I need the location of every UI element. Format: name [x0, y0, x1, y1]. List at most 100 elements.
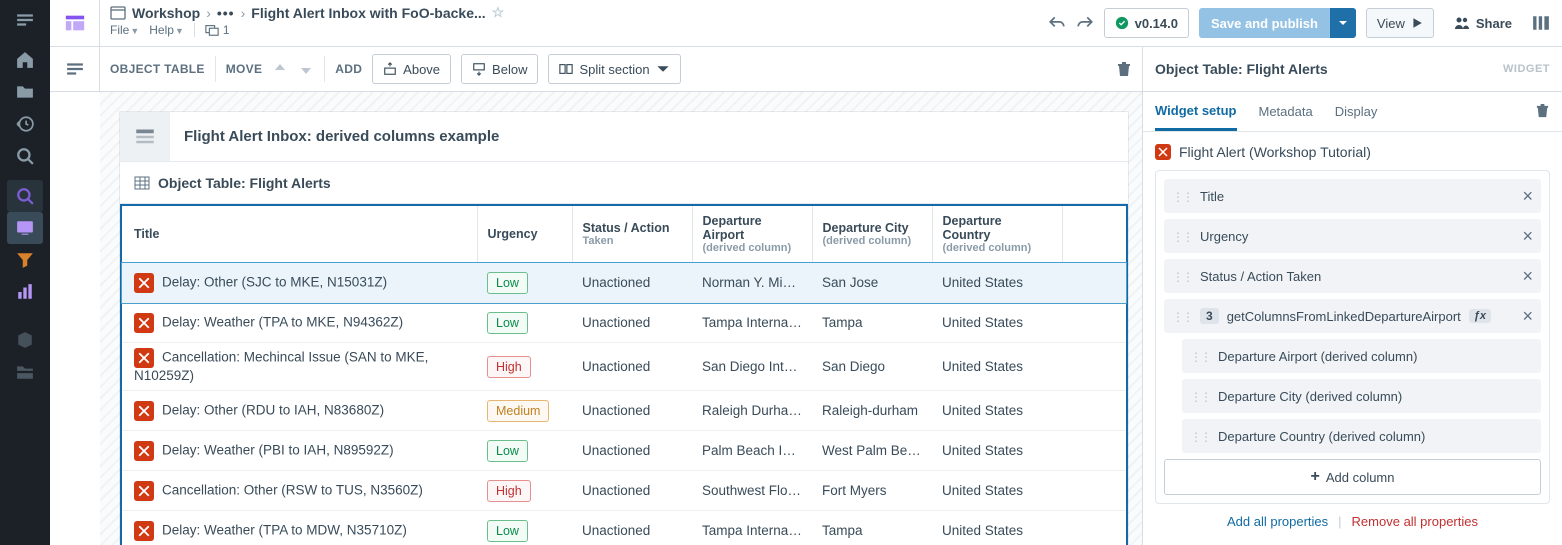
cell-urgency: High: [477, 343, 572, 391]
cube-icon[interactable]: [7, 324, 43, 356]
cell-status: Unactioned: [572, 343, 692, 391]
table-row[interactable]: Delay: Weather (PBI to IAH, N89592Z) Low…: [122, 431, 1126, 471]
column-title[interactable]: Title ×: [1164, 179, 1541, 213]
home-icon[interactable]: [7, 44, 43, 76]
save-label: Save and publish: [1199, 8, 1330, 38]
delete-button[interactable]: [1535, 103, 1550, 121]
column-status[interactable]: Status / Action Taken ×: [1164, 259, 1541, 293]
table-row[interactable]: Cancellation: Mechincal Issue (SAN to MK…: [122, 343, 1126, 391]
breadcrumb-dots[interactable]: •••: [217, 5, 235, 21]
version-chip[interactable]: v0.14.0: [1104, 8, 1189, 38]
layout-mode-button[interactable]: [50, 0, 100, 46]
table-row[interactable]: Delay: Other (RDU to IAH, N83680Z) Mediu…: [122, 391, 1126, 431]
move-down-icon[interactable]: [298, 61, 314, 77]
add-all-link[interactable]: Add all properties: [1227, 514, 1328, 529]
breadcrumb-root[interactable]: Workshop: [132, 5, 200, 21]
tab-display[interactable]: Display: [1335, 92, 1378, 131]
table-row[interactable]: Delay: Weather (TPA to MKE, N94362Z) Low…: [122, 303, 1126, 343]
right-panel-title: Object Table: Flight Alerts: [1155, 61, 1328, 77]
remove-column-icon[interactable]: ×: [1522, 267, 1533, 285]
column-dep-airport[interactable]: Departure Airport (derived column): [1182, 339, 1541, 373]
stack-icon[interactable]: [7, 356, 43, 388]
save-publish-button[interactable]: Save and publish: [1199, 8, 1356, 38]
right-panel: Object Table: Flight Alerts WIDGET Widge…: [1142, 47, 1562, 545]
count-badge: 3: [1200, 308, 1219, 324]
grip-icon[interactable]: [1172, 269, 1192, 284]
add-below-button[interactable]: Below: [461, 54, 538, 84]
col-dep-airport[interactable]: Departure Airport(derived column): [692, 206, 812, 263]
view-button[interactable]: View: [1366, 8, 1434, 38]
breadcrumb: Workshop › ••• › Flight Alert Inbox with…: [110, 4, 1048, 21]
widget-sub-title: Object Table: Flight Alerts: [158, 175, 331, 191]
plus-icon: +: [1311, 468, 1320, 486]
table-row[interactable]: Delay: Weather (TPA to MDW, N35710Z) Low…: [122, 511, 1126, 545]
cell-city: Tampa: [812, 511, 932, 545]
add-column-button[interactable]: + Add column: [1164, 459, 1541, 495]
app-editor-icon[interactable]: [7, 212, 43, 244]
column-derived-group[interactable]: 3 getColumnsFromLinkedDepartureAirport ƒ…: [1164, 299, 1541, 333]
breadcrumb-title[interactable]: Flight Alert Inbox with FoO-backe...: [251, 5, 485, 21]
cell-city: Raleigh-durham: [812, 391, 932, 431]
split-section-button[interactable]: Split section: [548, 54, 680, 84]
menu-collapse-icon[interactable]: [7, 4, 43, 36]
open-windows[interactable]: 1: [205, 23, 230, 37]
delete-widget-button[interactable]: [1107, 54, 1141, 84]
remove-column-icon[interactable]: ×: [1522, 227, 1533, 245]
redo-icon[interactable]: [1076, 14, 1094, 32]
cell-city: Fort Myers: [812, 471, 932, 511]
move-label: MOVE: [226, 62, 263, 76]
funnel-icon[interactable]: [7, 244, 43, 276]
tab-metadata[interactable]: Metadata: [1259, 92, 1313, 131]
col-status[interactable]: Status / ActionTaken: [572, 206, 692, 263]
column-dep-country[interactable]: Departure Country (derived column): [1182, 419, 1541, 453]
table-row[interactable]: Cancellation: Other (RSW to TUS, N3560Z)…: [122, 471, 1126, 511]
cell-urgency: High: [477, 471, 572, 511]
sidebar-toggle[interactable]: [50, 47, 100, 91]
widget-container[interactable]: Flight Alert Inbox: derived columns exam…: [120, 112, 1128, 545]
breadcrumb-sep: ›: [241, 5, 246, 21]
move-up-icon[interactable]: [272, 61, 288, 77]
col-dep-city[interactable]: Departure City(derived column): [812, 206, 932, 263]
col-urgency[interactable]: Urgency: [477, 206, 572, 263]
add-above-button[interactable]: Above: [372, 54, 451, 84]
grip-icon[interactable]: [1172, 189, 1192, 204]
share-button[interactable]: Share: [1444, 8, 1522, 38]
cell-country: United States: [932, 343, 1062, 391]
save-dropdown[interactable]: [1330, 8, 1356, 38]
table-row[interactable]: Delay: Other (SJC to MKE, N15031Z) Low U…: [122, 263, 1126, 303]
fx-badge: ƒx: [1469, 309, 1491, 323]
star-icon[interactable]: ☆: [492, 4, 505, 21]
history-icon[interactable]: [7, 108, 43, 140]
help-menu[interactable]: Help▼: [149, 23, 184, 37]
remove-column-icon[interactable]: ×: [1522, 187, 1533, 205]
alert-icon: [134, 441, 154, 461]
column-label: Title: [1200, 189, 1224, 204]
tab-widget-setup[interactable]: Widget setup: [1155, 92, 1237, 131]
grip-icon[interactable]: [1190, 389, 1210, 404]
undo-icon[interactable]: [1048, 14, 1066, 32]
widget-header: Flight Alert Inbox: derived columns exam…: [120, 112, 1128, 162]
alert-icon: [134, 313, 154, 333]
remove-column-icon[interactable]: ×: [1522, 307, 1533, 325]
object-type-row[interactable]: Flight Alert (Workshop Tutorial): [1155, 144, 1550, 160]
check-circle-icon: [1115, 16, 1129, 30]
col-dep-country[interactable]: Departure Country(derived column): [932, 206, 1062, 263]
column-dep-city[interactable]: Departure City (derived column): [1182, 379, 1541, 413]
column-urgency[interactable]: Urgency ×: [1164, 219, 1541, 253]
inspect-icon[interactable]: [7, 180, 43, 212]
file-menu[interactable]: File▼: [110, 23, 139, 37]
grip-icon[interactable]: [1172, 229, 1192, 244]
col-title[interactable]: Title: [122, 206, 477, 263]
cell-spacer: [1062, 263, 1126, 303]
cell-title: Delay: Other (SJC to MKE, N15031Z): [122, 263, 477, 303]
grip-icon[interactable]: [1190, 429, 1210, 444]
add-label: ADD: [335, 62, 362, 76]
cell-spacer: [1062, 303, 1126, 343]
grip-icon[interactable]: [1190, 349, 1210, 364]
chart-icon[interactable]: [7, 276, 43, 308]
folder-icon[interactable]: [7, 76, 43, 108]
grip-icon[interactable]: [1172, 309, 1192, 324]
remove-all-link[interactable]: Remove all properties: [1352, 514, 1478, 529]
search-icon[interactable]: [7, 140, 43, 172]
panel-toggle-icon[interactable]: [1532, 14, 1550, 32]
